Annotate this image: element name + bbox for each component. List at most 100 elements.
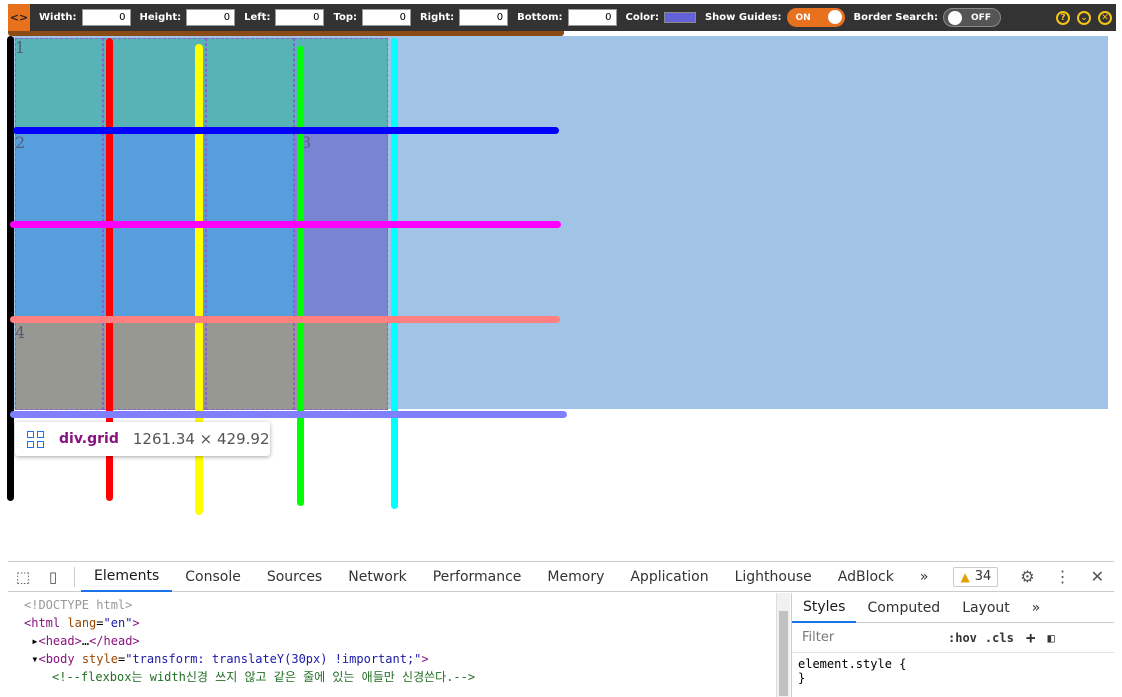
cell-number: 1	[15, 38, 26, 57]
tooltip-element-size: 1261.34 × 429.92	[132, 430, 270, 448]
guide-line-pink[interactable]	[10, 316, 560, 323]
cls-button[interactable]: .cls	[985, 631, 1014, 645]
bottom-field-group: Bottom: 0	[517, 9, 617, 26]
warning-count: 34	[974, 569, 992, 584]
tab-sources[interactable]: Sources	[254, 562, 335, 592]
grid-layout-icon	[27, 430, 44, 448]
more-tabs-button[interactable]: »	[907, 562, 942, 592]
html-node[interactable]: <html lang="en">	[24, 614, 776, 632]
elements-tree: <!DOCTYPE html> <html lang="en"> ▸<head>…	[8, 593, 776, 697]
tab-adblock[interactable]: AdBlock	[825, 562, 907, 592]
settings-gear-icon[interactable]: ⚙	[1020, 567, 1034, 586]
guide-line-lavender[interactable]	[10, 411, 567, 418]
styles-filter-input[interactable]: Filter	[798, 627, 940, 649]
divider	[74, 566, 75, 587]
hov-button[interactable]: :hov	[948, 631, 977, 645]
left-label: Left:	[244, 12, 271, 23]
guide-line-cyan[interactable]	[391, 38, 398, 509]
color-swatch[interactable]	[663, 12, 696, 23]
grid-cell	[103, 38, 206, 128]
warning-icon: ▲	[960, 569, 970, 584]
head-node[interactable]: ▸<head>…</head>	[24, 632, 776, 650]
cell-number: 4	[15, 323, 26, 342]
add-rule-icon[interactable]: +	[1026, 628, 1036, 647]
guide-line-green[interactable]	[297, 46, 304, 506]
show-guides-label: Show Guides:	[704, 12, 782, 23]
left-input[interactable]: 0	[275, 9, 325, 26]
browser-viewport: <> Width: 0 Height: 0 Left: 0 Top: 0 Rig…	[0, 0, 1122, 697]
devtools-tabbar: ⬚ ▯ Elements Console Sources Network Per…	[8, 562, 1114, 592]
styles-filter-bar: Filter :hov .cls + ◧	[792, 623, 1114, 653]
close-devtools-icon[interactable]: ✕	[1091, 567, 1104, 586]
collapse-icon[interactable]: ⌄	[1077, 10, 1091, 25]
element-style-close: }	[798, 671, 806, 685]
border-search-toggle[interactable]: OFF	[943, 8, 1002, 27]
width-input[interactable]: 0	[81, 9, 131, 26]
right-field-group: Right: 0	[419, 9, 509, 26]
guide-line-magenta[interactable]	[10, 221, 561, 228]
warning-badge[interactable]: ▲ 34	[953, 566, 999, 587]
tab-styles[interactable]: Styles	[792, 593, 857, 623]
help-icon[interactable]: ?	[1056, 10, 1070, 25]
close-icon[interactable]: ✕	[1098, 10, 1112, 25]
show-guides-state: ON	[795, 12, 811, 23]
border-search-state: OFF	[971, 12, 991, 23]
top-field-group: Top: 0	[333, 9, 411, 26]
guide-line-black[interactable]	[7, 36, 14, 501]
comment-node[interactable]: <!--flexbox는 width신경 쓰지 않고 같은 줄에 있는 애들만 …	[24, 668, 776, 686]
scrollbar-thumb[interactable]	[779, 611, 788, 696]
toggle-knob	[827, 10, 842, 24]
elements-scrollbar[interactable]	[776, 593, 790, 697]
code-logo-icon[interactable]: <>	[8, 4, 30, 31]
show-guides-group: Show Guides: ON	[705, 8, 845, 27]
styles-pane: Styles Computed Layout » Filter :hov .cl…	[791, 593, 1114, 697]
grid-cell	[294, 38, 388, 128]
toggle-sidebar-icon[interactable]: ◧	[1047, 631, 1054, 645]
top-label: Top:	[333, 12, 357, 23]
devtools-right-controls: ▲ 34 ⚙ ⋮ ✕	[953, 566, 1114, 587]
toggle-knob	[948, 11, 963, 25]
tab-lighthouse[interactable]: Lighthouse	[722, 562, 825, 592]
height-label: Height:	[139, 12, 182, 23]
inspect-element-icon[interactable]: ⬚	[8, 568, 38, 586]
tab-computed[interactable]: Computed	[856, 593, 951, 623]
color-field-group: Color:	[626, 12, 696, 23]
ruler-toolbar: <> Width: 0 Height: 0 Left: 0 Top: 0 Rig…	[8, 4, 1116, 31]
body-node[interactable]: ▾<body style="transform: translateY(30px…	[24, 650, 776, 668]
show-guides-toggle[interactable]: ON	[786, 8, 845, 27]
tab-network[interactable]: Network	[335, 562, 419, 592]
guide-line-blue[interactable]	[13, 127, 559, 134]
tab-elements[interactable]: Elements	[81, 562, 173, 592]
element-tooltip: div.grid 1261.34 × 429.92	[15, 422, 270, 456]
bottom-input[interactable]: 0	[567, 9, 617, 26]
grid-cell	[15, 318, 103, 410]
element-style-selector: element.style {	[798, 657, 907, 671]
tab-memory[interactable]: Memory	[534, 562, 617, 592]
height-field-group: Height: 0	[140, 9, 236, 26]
grid-cell	[206, 38, 294, 128]
right-input[interactable]: 0	[459, 9, 509, 26]
width-field-group: Width: 0	[39, 9, 131, 26]
bottom-label: Bottom:	[517, 12, 563, 23]
grid-cell	[206, 318, 294, 410]
tab-layout[interactable]: Layout	[951, 593, 1021, 623]
tab-performance[interactable]: Performance	[420, 562, 535, 592]
device-toolbar-icon[interactable]: ▯	[38, 568, 68, 586]
height-input[interactable]: 0	[186, 9, 236, 26]
grid-cell	[103, 318, 206, 410]
border-search-label: Border Search:	[853, 12, 939, 23]
element-style-rule[interactable]: element.style { }	[792, 653, 1114, 689]
more-styles-tabs-button[interactable]: »	[1021, 593, 1052, 623]
top-input[interactable]: 0	[361, 9, 411, 26]
tab-console[interactable]: Console	[172, 562, 254, 592]
tab-application[interactable]: Application	[617, 562, 721, 592]
grid-cell	[15, 38, 103, 128]
toolbar-icons: ? ⌄ ✕	[1049, 10, 1112, 25]
tooltip-element-name: div.grid	[59, 431, 119, 447]
left-field-group: Left: 0	[244, 9, 325, 26]
styles-tabbar: Styles Computed Layout »	[792, 593, 1114, 623]
right-label: Right:	[419, 12, 455, 23]
grid-cell	[294, 318, 388, 410]
more-options-icon[interactable]: ⋮	[1055, 567, 1071, 586]
doctype-node[interactable]: <!DOCTYPE html>	[24, 596, 776, 614]
